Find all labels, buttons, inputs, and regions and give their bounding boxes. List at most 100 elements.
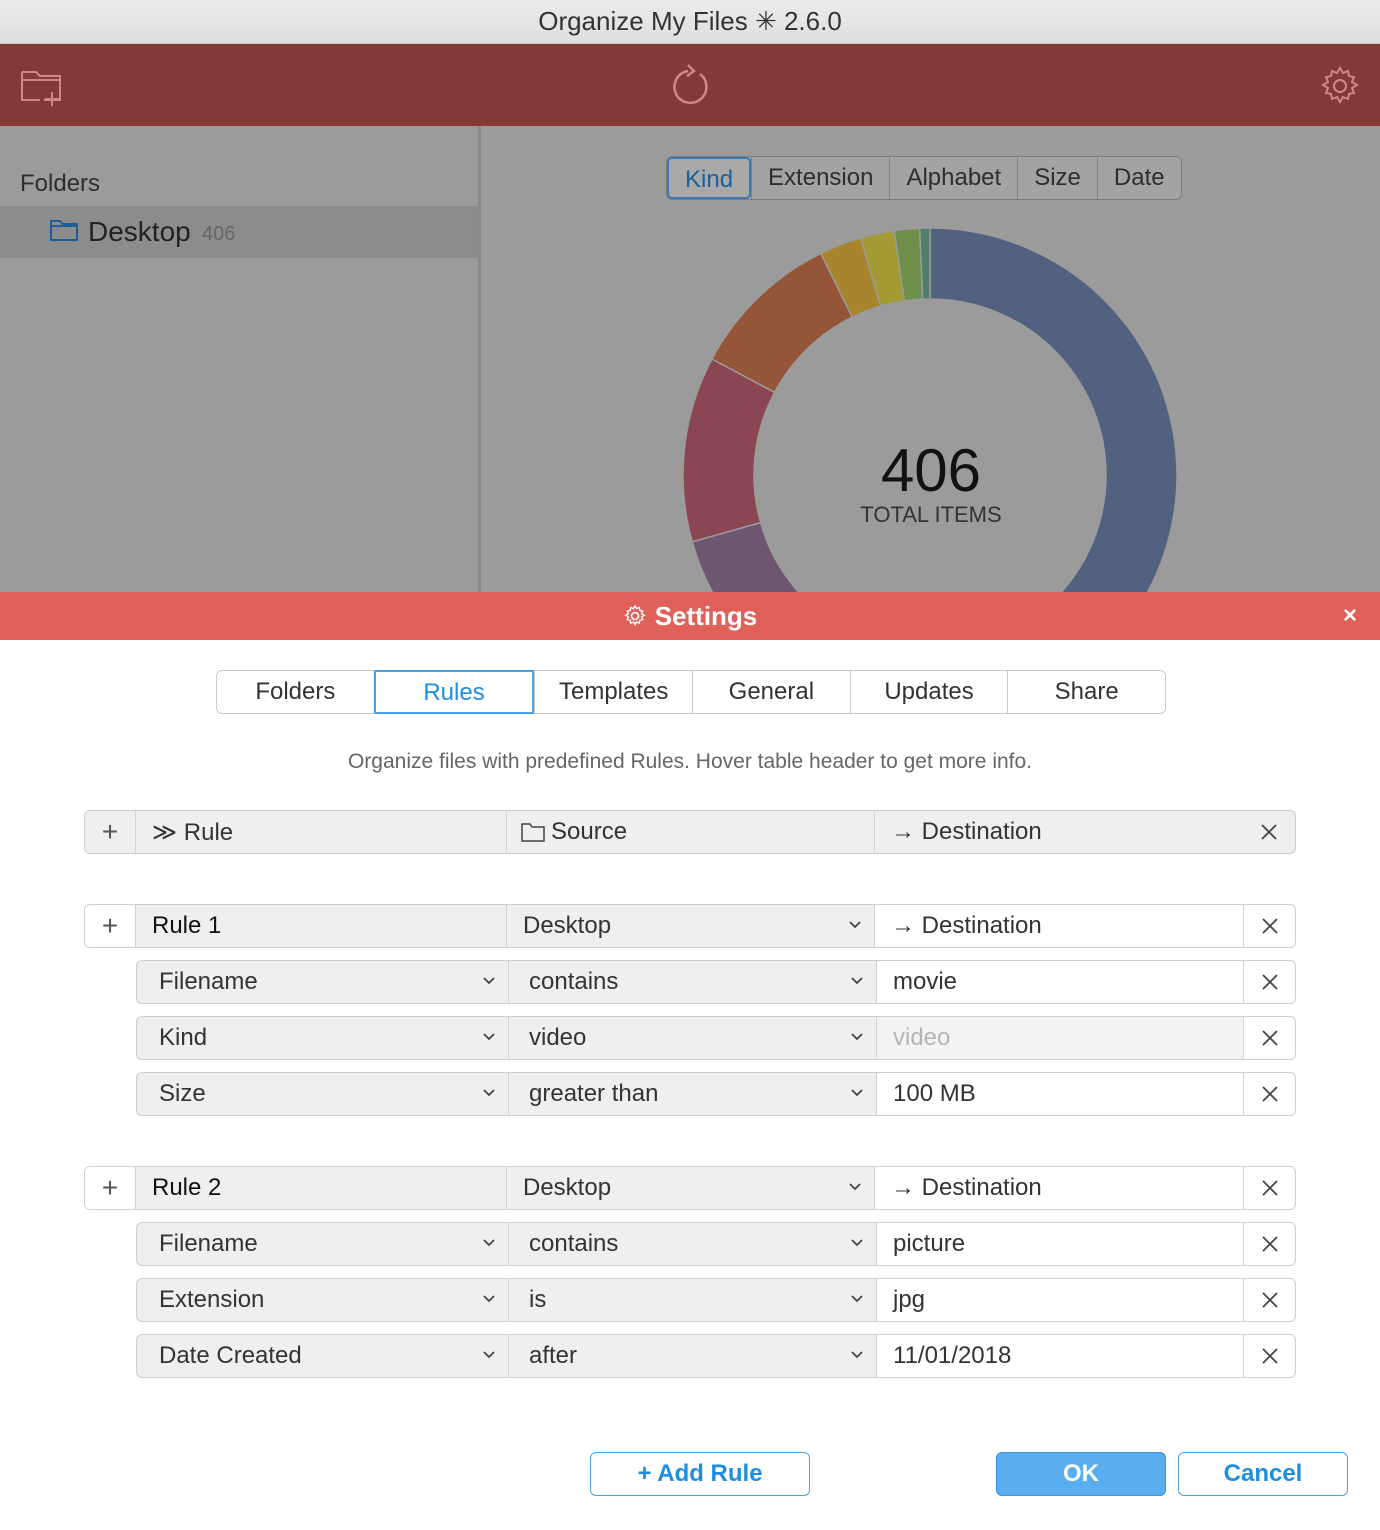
chevron-down-icon bbox=[849, 921, 861, 929]
chevron-down-icon bbox=[851, 1089, 863, 1097]
settings-body: Folders Rules Templates General Updates … bbox=[0, 640, 1380, 1530]
condition-operator-select[interactable]: after bbox=[508, 1335, 876, 1377]
condition-field-select[interactable]: Extension bbox=[137, 1279, 508, 1321]
add-condition-button[interactable]: + bbox=[85, 905, 135, 947]
chevron-down-icon bbox=[851, 1351, 863, 1359]
tab-folders[interactable]: Folders bbox=[217, 671, 374, 713]
condition-value-input[interactable]: 100 MB bbox=[876, 1073, 1243, 1115]
condition-value-input[interactable]: movie bbox=[876, 961, 1243, 1003]
total-items-count: 406 bbox=[880, 437, 982, 504]
delete-condition-button[interactable] bbox=[1243, 1223, 1295, 1265]
delete-rule-button[interactable] bbox=[1243, 1167, 1295, 1209]
chevron-down-icon bbox=[483, 1033, 495, 1041]
condition-value: 100 MB bbox=[893, 1080, 976, 1107]
rule-name-field[interactable]: Rule 2 bbox=[135, 1167, 506, 1209]
window-title: Organize My Files ✳ 2.6.0 bbox=[538, 6, 842, 36]
condition-value-input[interactable]: picture bbox=[876, 1223, 1243, 1265]
condition-value-placeholder: video bbox=[893, 1024, 951, 1051]
condition-value-input[interactable]: jpg bbox=[876, 1279, 1243, 1321]
main-pane: Kind Extension Alphabet Size Date 406 TO… bbox=[481, 126, 1380, 592]
view-tabs: Kind Extension Alphabet Size Date bbox=[666, 156, 1182, 200]
condition-operator-select[interactable]: is bbox=[508, 1279, 876, 1321]
condition-value-input[interactable]: video bbox=[876, 1017, 1243, 1059]
refresh-icon[interactable] bbox=[666, 62, 714, 110]
close-icon bbox=[1261, 918, 1278, 934]
window-titlebar: Organize My Files ✳ 2.6.0 bbox=[0, 0, 1380, 44]
delete-condition-button[interactable] bbox=[1243, 961, 1295, 1003]
condition-operator: contains bbox=[529, 968, 619, 995]
cancel-button[interactable]: Cancel bbox=[1178, 1452, 1348, 1496]
rule-destination-button[interactable]: → Destination bbox=[874, 1167, 1243, 1209]
condition-operator-select[interactable]: video bbox=[508, 1017, 876, 1059]
close-icon bbox=[1261, 1180, 1278, 1196]
settings-title-wrap: Settings bbox=[0, 592, 1380, 640]
chevron-down-icon bbox=[483, 1089, 495, 1097]
condition-field-select[interactable]: Filename bbox=[137, 961, 508, 1003]
tab-extension[interactable]: Extension bbox=[751, 157, 889, 199]
condition-field: Kind bbox=[159, 1024, 208, 1051]
tab-date[interactable]: Date bbox=[1096, 157, 1181, 199]
condition-operator-select[interactable]: contains bbox=[508, 961, 876, 1003]
condition-field: Extension bbox=[159, 1286, 265, 1313]
settings-title: Settings bbox=[654, 600, 758, 631]
add-rule-plus-button[interactable]: + bbox=[85, 811, 135, 853]
rule-destination-button[interactable]: → Destination bbox=[874, 905, 1243, 947]
gear-icon[interactable] bbox=[1316, 62, 1364, 110]
tab-rules[interactable]: Rules bbox=[373, 670, 535, 714]
close-icon bbox=[1261, 824, 1277, 840]
rule-source: Desktop bbox=[523, 912, 612, 939]
tab-general[interactable]: General bbox=[692, 671, 850, 713]
tab-size[interactable]: Size bbox=[1017, 157, 1097, 199]
condition-field-select[interactable]: Size bbox=[137, 1073, 508, 1115]
sidebar: Folders Desktop 406 bbox=[0, 126, 478, 592]
header-destination: → Destination bbox=[874, 811, 1243, 853]
condition-value: 11/01/2018 bbox=[893, 1342, 1012, 1369]
delete-rule-button[interactable] bbox=[1243, 905, 1295, 947]
condition-field-select[interactable]: Filename bbox=[137, 1223, 508, 1265]
ok-button[interactable]: OK bbox=[996, 1452, 1166, 1496]
condition-field-select[interactable]: Date Created bbox=[137, 1335, 508, 1377]
condition-value-input[interactable]: 11/01/2018 bbox=[876, 1335, 1243, 1377]
tab-templates[interactable]: Templates bbox=[534, 671, 692, 713]
rule-source-select[interactable]: Desktop bbox=[506, 905, 874, 947]
delete-condition-button[interactable] bbox=[1243, 1073, 1295, 1115]
condition-field: Date Created bbox=[159, 1342, 302, 1369]
delete-condition-button[interactable] bbox=[1243, 1335, 1295, 1377]
rule-row: + Rule 1 Desktop → Destination bbox=[84, 904, 1296, 948]
settings-header: Settings × bbox=[0, 592, 1380, 640]
delete-condition-button[interactable] bbox=[1243, 1279, 1295, 1321]
rule-name-field[interactable]: Rule 1 bbox=[135, 905, 506, 947]
chevron-down-icon bbox=[851, 977, 863, 985]
rule-source-select[interactable]: Desktop bbox=[506, 1167, 874, 1209]
close-icon bbox=[1261, 1236, 1278, 1252]
condition-operator-select[interactable]: greater than bbox=[508, 1073, 876, 1115]
close-icon bbox=[1261, 1292, 1278, 1308]
tab-alphabet[interactable]: Alphabet bbox=[889, 157, 1017, 199]
rule-destination: → Destination bbox=[891, 912, 1042, 939]
rule-source: Desktop bbox=[523, 1174, 612, 1201]
chevron-down-icon bbox=[483, 977, 495, 985]
header-clear-button[interactable] bbox=[1243, 811, 1295, 853]
condition-operator-select[interactable]: contains bbox=[508, 1223, 876, 1265]
tab-kind[interactable]: Kind bbox=[667, 157, 752, 199]
condition-value: jpg bbox=[893, 1286, 926, 1313]
condition-field-select[interactable]: Kind bbox=[137, 1017, 508, 1059]
tab-updates[interactable]: Updates bbox=[849, 671, 1008, 713]
add-rule-button[interactable]: + Add Rule bbox=[590, 1452, 810, 1496]
tab-share[interactable]: Share bbox=[1007, 671, 1165, 713]
header-destination-label: → Destination bbox=[891, 818, 1042, 845]
condition-field: Filename bbox=[159, 968, 258, 995]
header-source: Source bbox=[506, 811, 874, 853]
delete-condition-button[interactable] bbox=[1243, 1017, 1295, 1059]
settings-close-button[interactable]: × bbox=[1338, 604, 1362, 628]
condition-row: Filename contains movie bbox=[136, 960, 1296, 1004]
rule-destination: → Destination bbox=[891, 1174, 1042, 1201]
add-condition-button[interactable]: + bbox=[85, 1167, 135, 1209]
sidebar-item-desktop[interactable]: Desktop 406 bbox=[0, 206, 478, 258]
close-icon bbox=[1261, 1030, 1278, 1046]
folder-plus-icon[interactable] bbox=[18, 62, 66, 110]
chevron-down-icon bbox=[851, 1295, 863, 1303]
close-icon bbox=[1261, 1348, 1278, 1364]
total-items-label: TOTAL ITEMS bbox=[860, 502, 1002, 527]
chevron-down-icon bbox=[483, 1239, 495, 1247]
